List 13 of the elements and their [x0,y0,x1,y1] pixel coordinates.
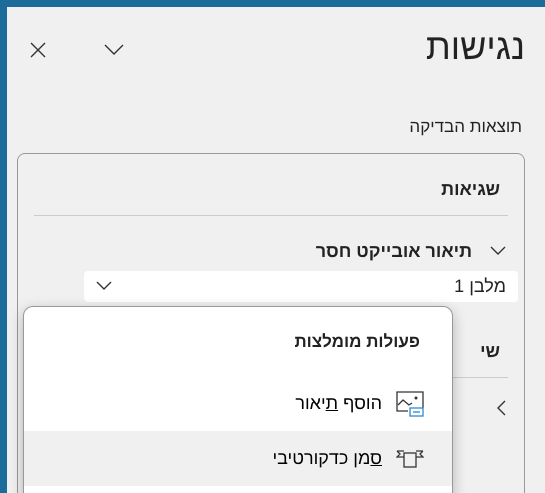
menu-item[interactable]: הוסף תיאור [24,376,452,431]
results-label: תוצאות הבדיקה [408,116,523,138]
menu-heading: פעולות מומלצות [293,330,421,352]
section-heading: שגיאות [34,170,508,216]
pane-title: נגישות [426,29,525,65]
chevron-down-icon[interactable] [490,246,506,256]
chevron-down-icon [96,281,112,291]
menu-item[interactable]: סמן כדקורטיבי [24,431,452,486]
object-row[interactable]: מלבן 1 [84,270,518,302]
decorative-frame-icon [396,448,424,470]
chevron-left-icon[interactable] [496,400,506,416]
image-caption-icon [396,390,424,416]
issue-label: תיאור אובייקט חסר [316,240,472,262]
